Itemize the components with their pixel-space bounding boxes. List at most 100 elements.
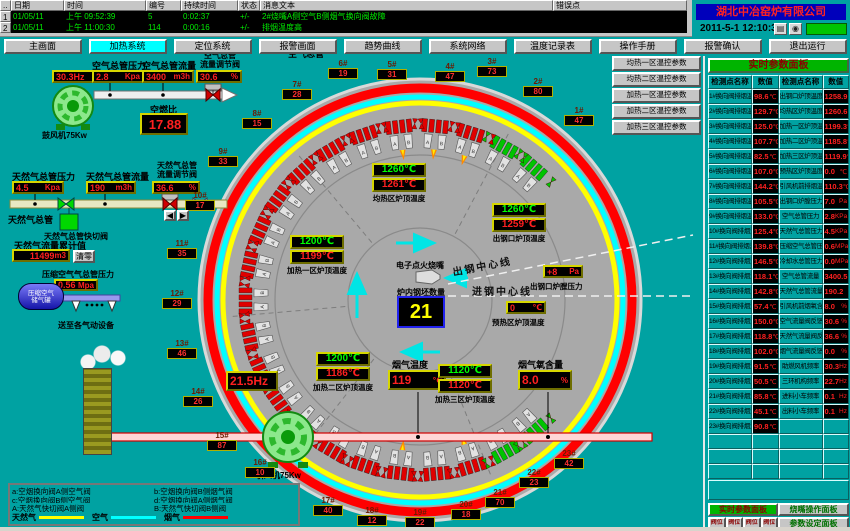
panel-value-cell: 98.6℃ (752, 89, 779, 104)
panel-value-cell: 90.8℃ (752, 419, 779, 434)
alarm-cell: 2#烧嘴A侧空气B侧烟气换向阀故障 (260, 11, 553, 22)
legend-row: A:天然气快切阀A侧阀B:天然气快切阀B侧阀 (12, 503, 296, 512)
menu-趋势曲线[interactable]: 趋势曲线 (344, 39, 422, 54)
value: 150.0 (753, 317, 773, 326)
burner-value-display: 70 (485, 497, 515, 508)
legend-pipe-天然气: 天然气 (12, 512, 84, 523)
burner-value-display: 80 (523, 86, 553, 97)
table-row: 14#换向阀排烟温度142.8℃天然气总管流量190.2 (708, 284, 849, 299)
alarm-cell: 1 (0, 11, 11, 22)
value: 129.7 (753, 107, 773, 116)
alarm-cell: 排烟温度高 (260, 22, 553, 33)
table-row: 19#换向阀排烟温度91.5℃助燃风机频率30.3Hz (708, 359, 849, 374)
legend-pipe-烟气: 烟气 (164, 512, 228, 523)
unit: % (841, 303, 848, 310)
burner-op-panel-button[interactable]: 烧嘴操作面板 (778, 503, 849, 516)
table-row: 21#换向阀排烟温度85.8℃进料小车频率0.1Hz (708, 389, 849, 404)
value: 125.4 (753, 227, 773, 236)
unit: ℃ (769, 393, 777, 401)
burner-number: 3# (472, 57, 512, 66)
value: 146.5 (753, 257, 773, 266)
alarm-cell: 上午 11:00:30 (64, 22, 146, 33)
alarm-header-cell: 时间 (64, 0, 146, 11)
alarm-header-cell: 持续时间 (181, 0, 238, 11)
zone-param-button-3[interactable]: 加热一区温控参数 (612, 88, 701, 103)
valve-decrease-button[interactable]: ◀ (164, 210, 176, 221)
alarm-header-cell: 消息文本 (260, 0, 553, 11)
menu-主画面[interactable]: 主画面 (4, 39, 82, 54)
zone-param-button-1[interactable]: 均热一区温控参数 (612, 56, 701, 71)
table-row-empty (708, 449, 849, 464)
burner-number: 17# (308, 496, 348, 505)
unit: KPa (835, 228, 848, 235)
billet-count-display: 21 (397, 296, 445, 328)
table-row: 16#换向阀排烟温度150.0℃空气流量阀反馈30.6% (708, 314, 849, 329)
burner-number: 4# (430, 62, 470, 71)
value: 125.0 (753, 122, 773, 131)
table-row: 3#换向阀排烟温度125.0℃加热一区炉顶温度1199.3℃ (708, 119, 849, 134)
unit: % (841, 318, 848, 325)
zone-setpoint: 1200℃ (290, 235, 344, 249)
panel-value-cell: 1258.9℃ (823, 89, 850, 104)
panel-name-cell: 1#换向阀排烟温度 (708, 89, 752, 104)
panel-name-cell: 15#换向阀排烟温度 (708, 299, 752, 314)
burner-label-12: 12#29 (157, 289, 197, 309)
menu-系统网络[interactable]: 系统网络 (429, 39, 507, 54)
zone-param-button-4[interactable]: 加热二区温控参数 (612, 104, 701, 119)
zone-param-button-2[interactable]: 均热二区温控参数 (612, 72, 701, 87)
app-icon-1[interactable]: ▤ (774, 23, 787, 35)
value: 4.5 (824, 227, 835, 236)
panel-value-cell (823, 464, 850, 479)
panel-value-cell: 2.8KPa (823, 209, 850, 224)
realtime-panel-button[interactable]: 实时参数面板 (708, 503, 778, 516)
clear-total-button[interactable]: 清零 (73, 250, 95, 263)
table-row: 17#换向阀排烟温度118.8℃天然气流量阀反馈36.6% (708, 329, 849, 344)
legend-box: a:空烟换向阀A侧空气阀b:空烟换向阀B侧烟气阀c:空烟换向阀B侧空气阀d:空烟… (8, 483, 300, 526)
unit: ℃ (769, 378, 777, 386)
burner-number: 23# (549, 449, 589, 458)
panel-name-cell: 冷却水总管压力 (779, 254, 823, 269)
unit: ℃ (769, 408, 777, 416)
burner-value-display: 40 (313, 505, 343, 516)
chimney (83, 368, 112, 455)
unit: ℃ (847, 123, 849, 131)
valve-increase-button[interactable]: ▶ (177, 210, 189, 221)
zone-param-button-5[interactable]: 加热三区温控参数 (612, 120, 701, 135)
unit: ℃ (843, 183, 849, 191)
value: 190.2 (824, 287, 848, 296)
gas-pressure-display: 4.5Kpa (12, 181, 64, 194)
menu-退出运行[interactable]: 退出运行 (769, 39, 847, 54)
panel-value-cell: 118.1℃ (752, 269, 779, 284)
unit: Hz (839, 363, 848, 370)
menu-报警画面[interactable]: 报警画面 (259, 39, 337, 54)
value: 85.8 (753, 392, 769, 401)
menu-定位系统[interactable]: 定位系统 (174, 39, 252, 54)
panel-name-cell: 13#换向阀排烟温度 (708, 269, 752, 284)
air-pressure-display: 2.8Kpa (92, 70, 144, 83)
unit: ℃ (847, 153, 849, 161)
panel-name-cell: 出钢口炉膛压力 (779, 194, 823, 209)
panel-name-cell: 空气流量阀反馈 (779, 314, 823, 329)
menu-加热系统[interactable]: 加热系统 (89, 39, 167, 54)
menu-温度记录表[interactable]: 温度记录表 (514, 39, 592, 54)
menu-报警确认[interactable]: 报警确认 (684, 39, 762, 54)
table-row: 1#换向阀排烟温度98.6℃出钢口炉顶温度1258.9℃ (708, 89, 849, 104)
legend-row: a:空烟换向阀A侧空气阀b:空烟换向阀B侧烟气阀 (12, 486, 296, 495)
menu-操作手册[interactable]: 操作手册 (599, 39, 677, 54)
app-icon-2[interactable]: ◉ (789, 23, 802, 35)
panel-value-cell: 36.6% (823, 329, 850, 344)
legend-pipe-label: 烟气 (164, 512, 180, 523)
legend-text: A:天然气快切阀A侧阀 (12, 503, 154, 512)
burner-value-display: 29 (162, 298, 192, 309)
unit: ℃ (847, 138, 849, 146)
unit: % (841, 333, 848, 340)
alarm-row[interactable]: 201/05/11上午 11:00:301140:00:16+/-排烟温度高 (0, 22, 692, 33)
panel-value-cell: 57.4℃ (752, 299, 779, 314)
alarm-row[interactable]: 101/05/11上午 09:52:3950:02:37+/-2#烧嘴A侧空气B… (0, 11, 692, 22)
panel-header: 检测点名称数值检测点名称数值 (708, 75, 849, 89)
panel-name-cell: 出料小车频率 (779, 404, 823, 419)
panel-value-cell: 0.0% (823, 344, 850, 359)
alarm-cell: +/- (238, 11, 260, 22)
realtime-parameter-panel: 实时参数面板 检测点名称数值检测点名称数值 1#换向阀排烟温度98.6℃出钢口炉… (703, 56, 850, 531)
panel-name-cell: 19#换向阀排烟温度 (708, 359, 752, 374)
